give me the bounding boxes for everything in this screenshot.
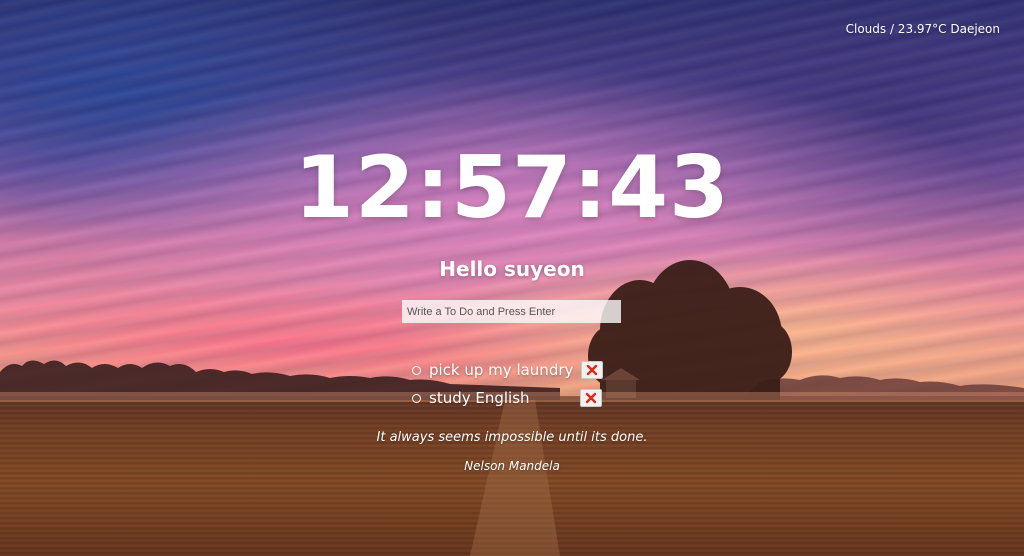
quote-author: Nelson Mandela xyxy=(464,459,560,473)
quote-text: It always seems impossible until its don… xyxy=(376,430,648,445)
todo-item: pick up my laundry xyxy=(412,356,604,384)
delete-todo-button[interactable] xyxy=(581,361,604,379)
greeting-text: Hello suyeon xyxy=(439,257,585,281)
todo-item: study English xyxy=(412,384,603,412)
app-screen: Clouds / 23.97°C Daejeon 12:57:43 Hello … xyxy=(0,0,1024,556)
bullet-icon xyxy=(412,365,421,375)
delete-todo-button[interactable] xyxy=(579,389,602,407)
x-icon xyxy=(587,364,598,376)
bullet-icon xyxy=(412,393,421,403)
weather-status: Clouds / 23.97°C Daejeon xyxy=(845,22,1000,36)
x-icon xyxy=(585,392,596,404)
clock-display: 12:57:43 xyxy=(294,138,730,238)
todo-item-text: pick up my laundry xyxy=(429,361,574,379)
todo-input[interactable] xyxy=(402,300,621,323)
todo-list: pick up my laundry study English xyxy=(412,356,604,412)
todo-item-text: study English xyxy=(429,389,530,407)
